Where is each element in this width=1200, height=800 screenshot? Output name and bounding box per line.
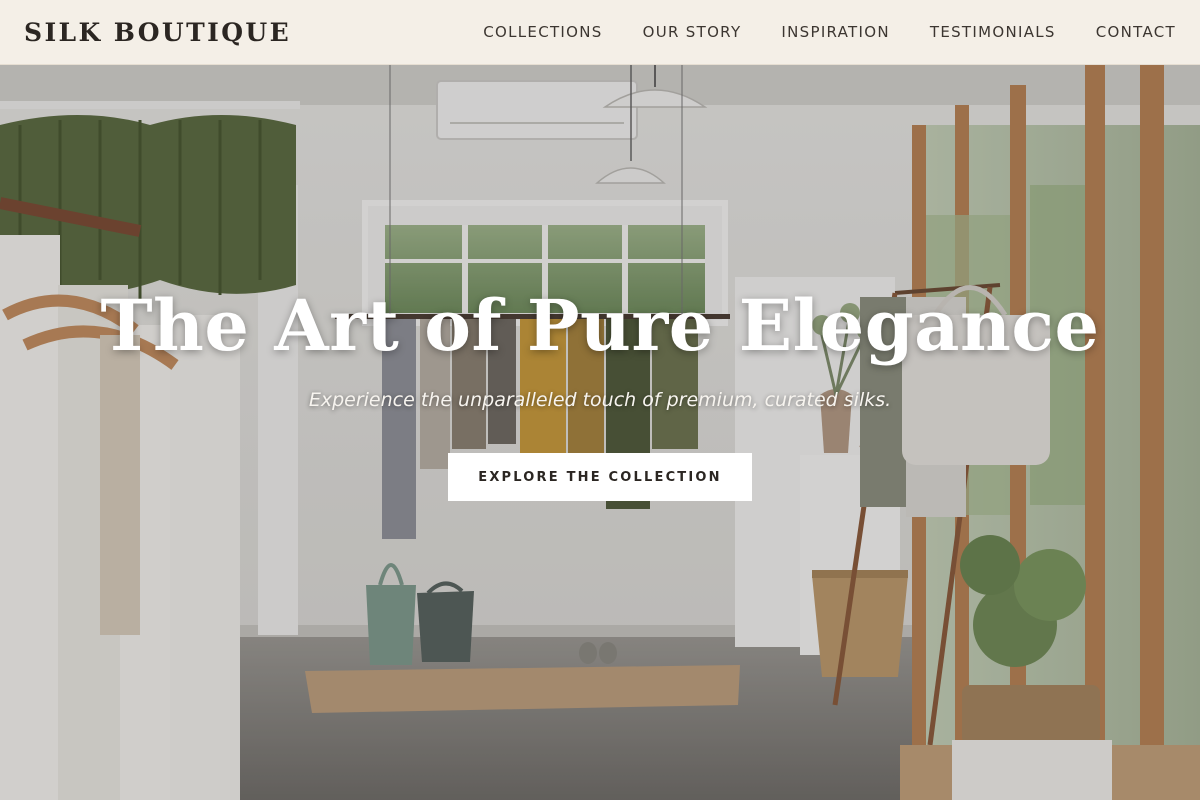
nav-our-story[interactable]: OUR STORY xyxy=(643,23,742,41)
nav-inspiration[interactable]: INSPIRATION xyxy=(781,23,889,41)
hero-content: The Art of Pure Elegance Experience the … xyxy=(0,65,1200,800)
hero-subtitle: Experience the unparalleled touch of pre… xyxy=(308,389,892,411)
explore-collection-button[interactable]: EXPLORE THE COLLECTION xyxy=(448,453,752,501)
nav-testimonials[interactable]: TESTIMONIALS xyxy=(930,23,1056,41)
nav-collections[interactable]: COLLECTIONS xyxy=(483,23,602,41)
hero-section: The Art of Pure Elegance Experience the … xyxy=(0,65,1200,800)
brand-logo[interactable]: SILK BOUTIQUE xyxy=(24,18,291,47)
main-nav: COLLECTIONS OUR STORY INSPIRATION TESTIM… xyxy=(443,23,1176,41)
site-header: SILK BOUTIQUE COLLECTIONS OUR STORY INSP… xyxy=(0,0,1200,65)
hero-title: The Art of Pure Elegance xyxy=(100,284,1100,367)
nav-contact[interactable]: CONTACT xyxy=(1096,23,1176,41)
